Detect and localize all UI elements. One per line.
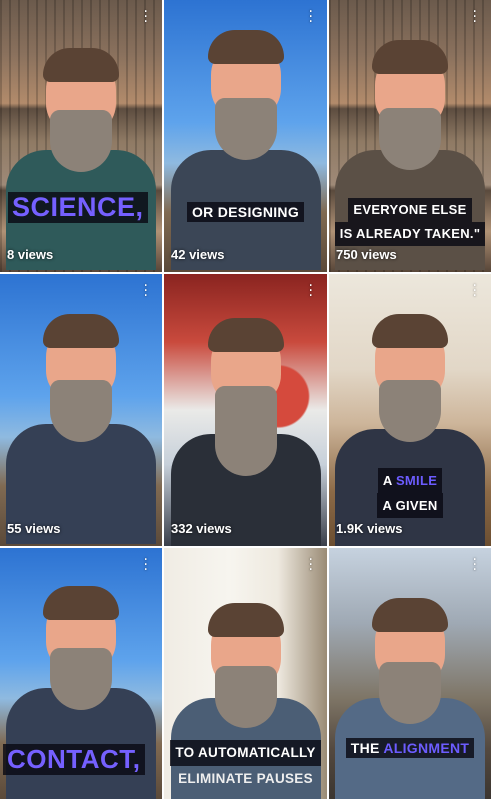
more-vertical-icon[interactable]: · · · — [473, 279, 477, 303]
caption-line: ELIMINATE PAUSES — [178, 771, 313, 786]
person-beard — [379, 108, 441, 170]
caption-line: EVERYONE ELSE — [348, 198, 472, 222]
caption-line: TO AUTOMATICALLY — [170, 740, 321, 766]
more-vertical-icon[interactable]: · · · — [144, 553, 148, 577]
view-count: 55 views — [7, 521, 61, 536]
person-beard — [214, 386, 277, 476]
more-vertical-icon[interactable]: · · · — [309, 279, 313, 303]
person-beard — [50, 648, 112, 710]
view-count: 1.9K views — [336, 521, 403, 536]
caption-text: A — [382, 473, 396, 488]
video-tile[interactable]: · · · TO AUTOMATICALLY ELIMINATE PAUSES — [164, 548, 327, 799]
caption-text: THE — [350, 740, 384, 756]
video-tile[interactable]: · · · OR DESIGNING 42 views — [164, 0, 327, 272]
more-vertical-icon[interactable]: · · · — [473, 5, 477, 29]
view-count: 8 views — [7, 247, 54, 262]
person-beard — [50, 380, 112, 442]
person-beard — [379, 662, 441, 724]
person-hair — [372, 40, 448, 74]
person-hair — [372, 314, 448, 348]
caption-line: IS ALREADY TAKEN." — [334, 222, 486, 246]
person-hair — [207, 318, 284, 352]
more-vertical-icon[interactable]: · · · — [309, 553, 313, 577]
caption-accent: SMILE — [395, 473, 438, 488]
more-vertical-icon[interactable]: · · · — [144, 279, 148, 303]
more-vertical-icon[interactable]: · · · — [473, 553, 477, 577]
video-caption: TO AUTOMATICALLY ELIMINATE PAUSES — [164, 740, 327, 792]
view-count: 332 views — [171, 521, 232, 536]
person-hair — [207, 30, 284, 64]
video-caption: EVERYONE ELSE IS ALREADY TAKEN." — [329, 198, 491, 246]
video-caption: THE ALIGNMENT — [329, 738, 491, 758]
person-beard — [214, 666, 277, 728]
video-tile[interactable]: · · · EVERYONE ELSE IS ALREADY TAKEN." 750… — [329, 0, 491, 272]
caption-line: OR DESIGNING — [186, 202, 305, 222]
person-beard — [214, 98, 277, 160]
video-tile[interactable]: · · · 55 views — [0, 274, 162, 546]
person-hair — [207, 603, 284, 637]
video-caption: SCIENCE, — [8, 192, 148, 223]
video-tile[interactable]: · · · 332 views — [164, 274, 327, 546]
view-count: 42 views — [171, 247, 225, 262]
person-hair — [43, 48, 119, 82]
video-tile[interactable]: · · · THE ALIGNMENT — [329, 548, 491, 799]
video-tile[interactable]: · · · A SMILE A GIVEN 1.9K views — [329, 274, 491, 546]
person-hair — [43, 586, 119, 620]
video-caption: A SMILE A GIVEN — [329, 468, 491, 518]
video-caption: OR DESIGNING — [164, 202, 327, 222]
more-vertical-icon[interactable]: · · · — [309, 5, 313, 29]
view-count: 750 views — [336, 247, 397, 262]
caption-line: A GIVEN — [377, 493, 443, 518]
person-beard — [50, 110, 112, 172]
video-tile[interactable]: · · · CONTACT, — [0, 548, 162, 799]
caption-accent: ALIGNMENT — [383, 740, 470, 756]
more-vertical-icon[interactable]: · · · — [144, 5, 148, 29]
person-beard — [379, 380, 441, 442]
caption-line: A SMILE — [377, 468, 443, 493]
caption-line: THE ALIGNMENT — [345, 738, 475, 758]
video-grid: · · · SCIENCE, 8 views · · · OR DESIGNING 42… — [0, 0, 491, 799]
video-caption: CONTACT, — [3, 744, 145, 775]
person-hair — [372, 598, 448, 632]
video-tile[interactable]: · · · SCIENCE, 8 views — [0, 0, 162, 272]
person-hair — [43, 314, 119, 348]
